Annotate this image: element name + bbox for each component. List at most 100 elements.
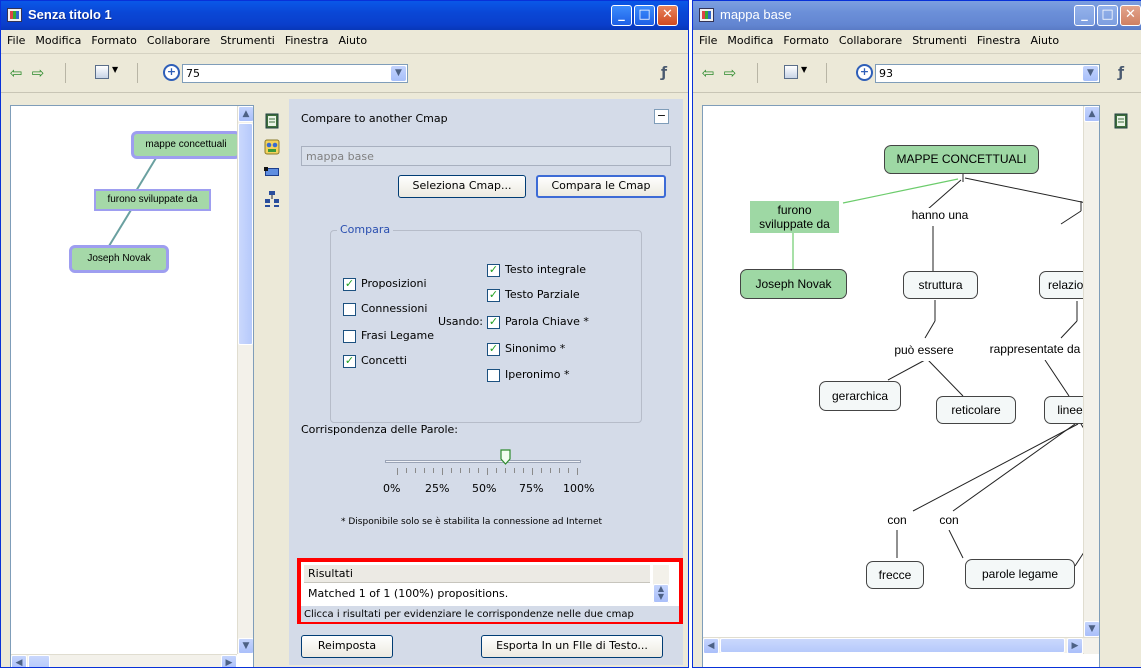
scroll-up-button[interactable]: ▲ xyxy=(1084,106,1099,122)
menu-modifica[interactable]: Modifica xyxy=(29,30,85,47)
word-match-slider-track[interactable] xyxy=(385,460,581,463)
scroll-down-button[interactable]: ▼ xyxy=(238,638,253,654)
concept-mappe-concettuali[interactable]: mappe concettuali xyxy=(131,131,241,159)
compare-cmaps-button[interactable]: Compara le Cmap xyxy=(536,175,666,198)
checkbox-testo-parziale[interactable]: ✓ xyxy=(487,289,500,302)
menu-formato[interactable]: Formato xyxy=(777,30,833,47)
title-bar[interactable]: Senza titolo 1 _ □ ✕ xyxy=(1,1,688,30)
minimize-button[interactable]: _ xyxy=(1074,5,1095,26)
checkbox-sinonimo[interactable]: ✓ xyxy=(487,343,500,356)
back-arrow-icon[interactable]: ⇦ xyxy=(9,66,23,81)
menu-strumenti[interactable]: Strumenti xyxy=(906,30,971,47)
menu-finestra[interactable]: Finestra xyxy=(279,30,333,47)
collapse-panel-button[interactable]: − xyxy=(654,109,669,124)
menu-formato[interactable]: Formato xyxy=(85,30,141,47)
view-menu-button[interactable]: ▼ xyxy=(95,64,121,82)
checkbox-concetti[interactable]: ✓ xyxy=(343,355,356,368)
checkbox-label: Testo Parziale xyxy=(505,288,580,301)
scroll-thumb-horizontal[interactable] xyxy=(28,655,50,667)
hierarchy-icon[interactable] xyxy=(264,191,280,207)
title-bar[interactable]: mappa base _ □ ✕ xyxy=(693,1,1141,30)
using-label: Usando: xyxy=(438,315,483,328)
scroll-down-button[interactable]: ▼ xyxy=(1084,621,1099,637)
checkbox-parola-chiave[interactable]: ✓ xyxy=(487,316,500,329)
compare-panel-icon[interactable] xyxy=(264,139,280,155)
results-scrollbar[interactable]: ▲ ▼ xyxy=(653,565,669,603)
slider-tick xyxy=(469,468,470,473)
zoom-select[interactable]: 75 ▼ xyxy=(182,64,408,83)
scroll-left-button[interactable]: ◀ xyxy=(703,638,719,654)
checkbox-frasi-legame[interactable] xyxy=(343,330,356,343)
menu-aiuto[interactable]: Aiuto xyxy=(332,30,371,47)
slider-tick xyxy=(523,468,524,473)
linking-phrase-hanno-una[interactable]: hanno una xyxy=(905,208,975,226)
maximize-button[interactable]: □ xyxy=(1097,5,1118,26)
close-button[interactable]: ✕ xyxy=(657,5,678,26)
chevron-down-icon[interactable]: ▼ xyxy=(391,66,406,81)
info-panel-icon[interactable] xyxy=(264,113,280,129)
concept-frecce[interactable]: frecce xyxy=(866,561,924,589)
menu-strumenti[interactable]: Strumenti xyxy=(214,30,279,47)
select-cmap-button[interactable]: Seleziona Cmap... xyxy=(398,175,526,198)
scroll-thumb[interactable] xyxy=(238,123,253,345)
slider-thumb[interactable] xyxy=(500,449,511,465)
vertical-scrollbar[interactable]: ▲ ▼ xyxy=(237,106,253,654)
vertical-scrollbar[interactable]: ▲ ▼ xyxy=(1083,106,1099,654)
back-arrow-icon[interactable]: ⇦ xyxy=(701,66,715,81)
close-button[interactable]: ✕ xyxy=(1120,5,1141,26)
view-menu-button[interactable]: ▼ xyxy=(784,64,810,82)
checkbox-connessioni[interactable] xyxy=(343,303,356,316)
linking-phrase-con[interactable]: con xyxy=(935,513,963,530)
horizontal-scrollbar[interactable]: ◀ ▶ xyxy=(703,637,1099,654)
horizontal-scrollbar[interactable]: ◀ ▶ xyxy=(11,654,237,667)
concept-gerarchica[interactable]: gerarchica xyxy=(819,381,901,411)
linking-phrase-rappresentate-da[interactable]: rappresentate da xyxy=(979,342,1091,360)
zoom-select[interactable]: 93 ▼ xyxy=(875,64,1100,83)
menu-file[interactable]: File xyxy=(1,30,29,47)
concept-parole-legame[interactable]: parole legame xyxy=(965,559,1075,589)
cmap-field: mappa base xyxy=(301,146,671,166)
concept-struttura[interactable]: struttura xyxy=(903,271,978,299)
presentation-icon[interactable] xyxy=(264,165,280,181)
export-text-button[interactable]: Esporta In un FIle di Testo... xyxy=(481,635,663,658)
scroll-thumb-horizontal[interactable] xyxy=(720,638,1065,653)
maximize-button[interactable]: □ xyxy=(634,5,655,26)
reset-button[interactable]: Reimposta xyxy=(301,635,393,658)
minimize-button[interactable]: _ xyxy=(611,5,632,26)
menu-aiuto[interactable]: Aiuto xyxy=(1024,30,1063,47)
results-spinner-button[interactable]: ▲ ▼ xyxy=(653,584,669,603)
concept-mappe-concettuali[interactable]: MAPPE CONCETTUALI xyxy=(884,145,1039,174)
menu-collaborare[interactable]: Collaborare xyxy=(833,30,906,47)
linking-phrase-furono[interactable]: furono sviluppate da xyxy=(94,189,211,211)
info-panel-icon[interactable] xyxy=(1113,113,1129,129)
tick-label: 100% xyxy=(563,482,595,495)
linking-phrase-furono[interactable]: furono sviluppate da xyxy=(750,201,839,233)
forward-arrow-icon[interactable]: ⇨ xyxy=(31,66,45,81)
menu-collaborare[interactable]: Collaborare xyxy=(141,30,214,47)
linking-phrase-con[interactable]: con xyxy=(883,513,911,530)
menu-file[interactable]: File xyxy=(693,30,721,47)
chevron-down-icon[interactable]: ▼ xyxy=(1083,66,1098,81)
forward-arrow-icon[interactable]: ⇨ xyxy=(723,66,737,81)
results-row[interactable]: Matched 1 of 1 (100%) propositions. xyxy=(304,584,650,603)
scroll-right-button[interactable]: ▶ xyxy=(1067,638,1083,654)
styles-icon[interactable]: ƒ xyxy=(661,65,667,81)
concept-joseph-novak[interactable]: Joseph Novak xyxy=(740,269,847,299)
checkbox-iperonimo[interactable] xyxy=(487,369,500,382)
styles-icon[interactable]: ƒ xyxy=(1118,65,1124,81)
concept-joseph-novak[interactable]: Joseph Novak xyxy=(69,245,169,273)
cmap-canvas[interactable]: mappe concettuali furono sviluppate da J… xyxy=(10,105,254,667)
checkbox-proposizioni[interactable]: ✓ xyxy=(343,278,356,291)
zoom-icon[interactable]: + xyxy=(856,64,873,81)
scroll-left-button[interactable]: ◀ xyxy=(11,655,27,667)
menu-finestra[interactable]: Finestra xyxy=(971,30,1025,47)
concept-reticolare[interactable]: reticolare xyxy=(936,396,1016,424)
scroll-right-button[interactable]: ▶ xyxy=(221,655,237,667)
menu-modifica[interactable]: Modifica xyxy=(721,30,777,47)
zoom-icon[interactable]: + xyxy=(163,64,180,81)
slider-tick xyxy=(397,468,398,475)
linking-phrase-puo-essere[interactable]: può essere xyxy=(886,343,962,361)
cmap-canvas[interactable]: MAPPE CONCETTUALI furono sviluppate da h… xyxy=(702,105,1100,667)
scroll-up-button[interactable]: ▲ xyxy=(238,106,253,122)
checkbox-testo-integrale[interactable]: ✓ xyxy=(487,264,500,277)
